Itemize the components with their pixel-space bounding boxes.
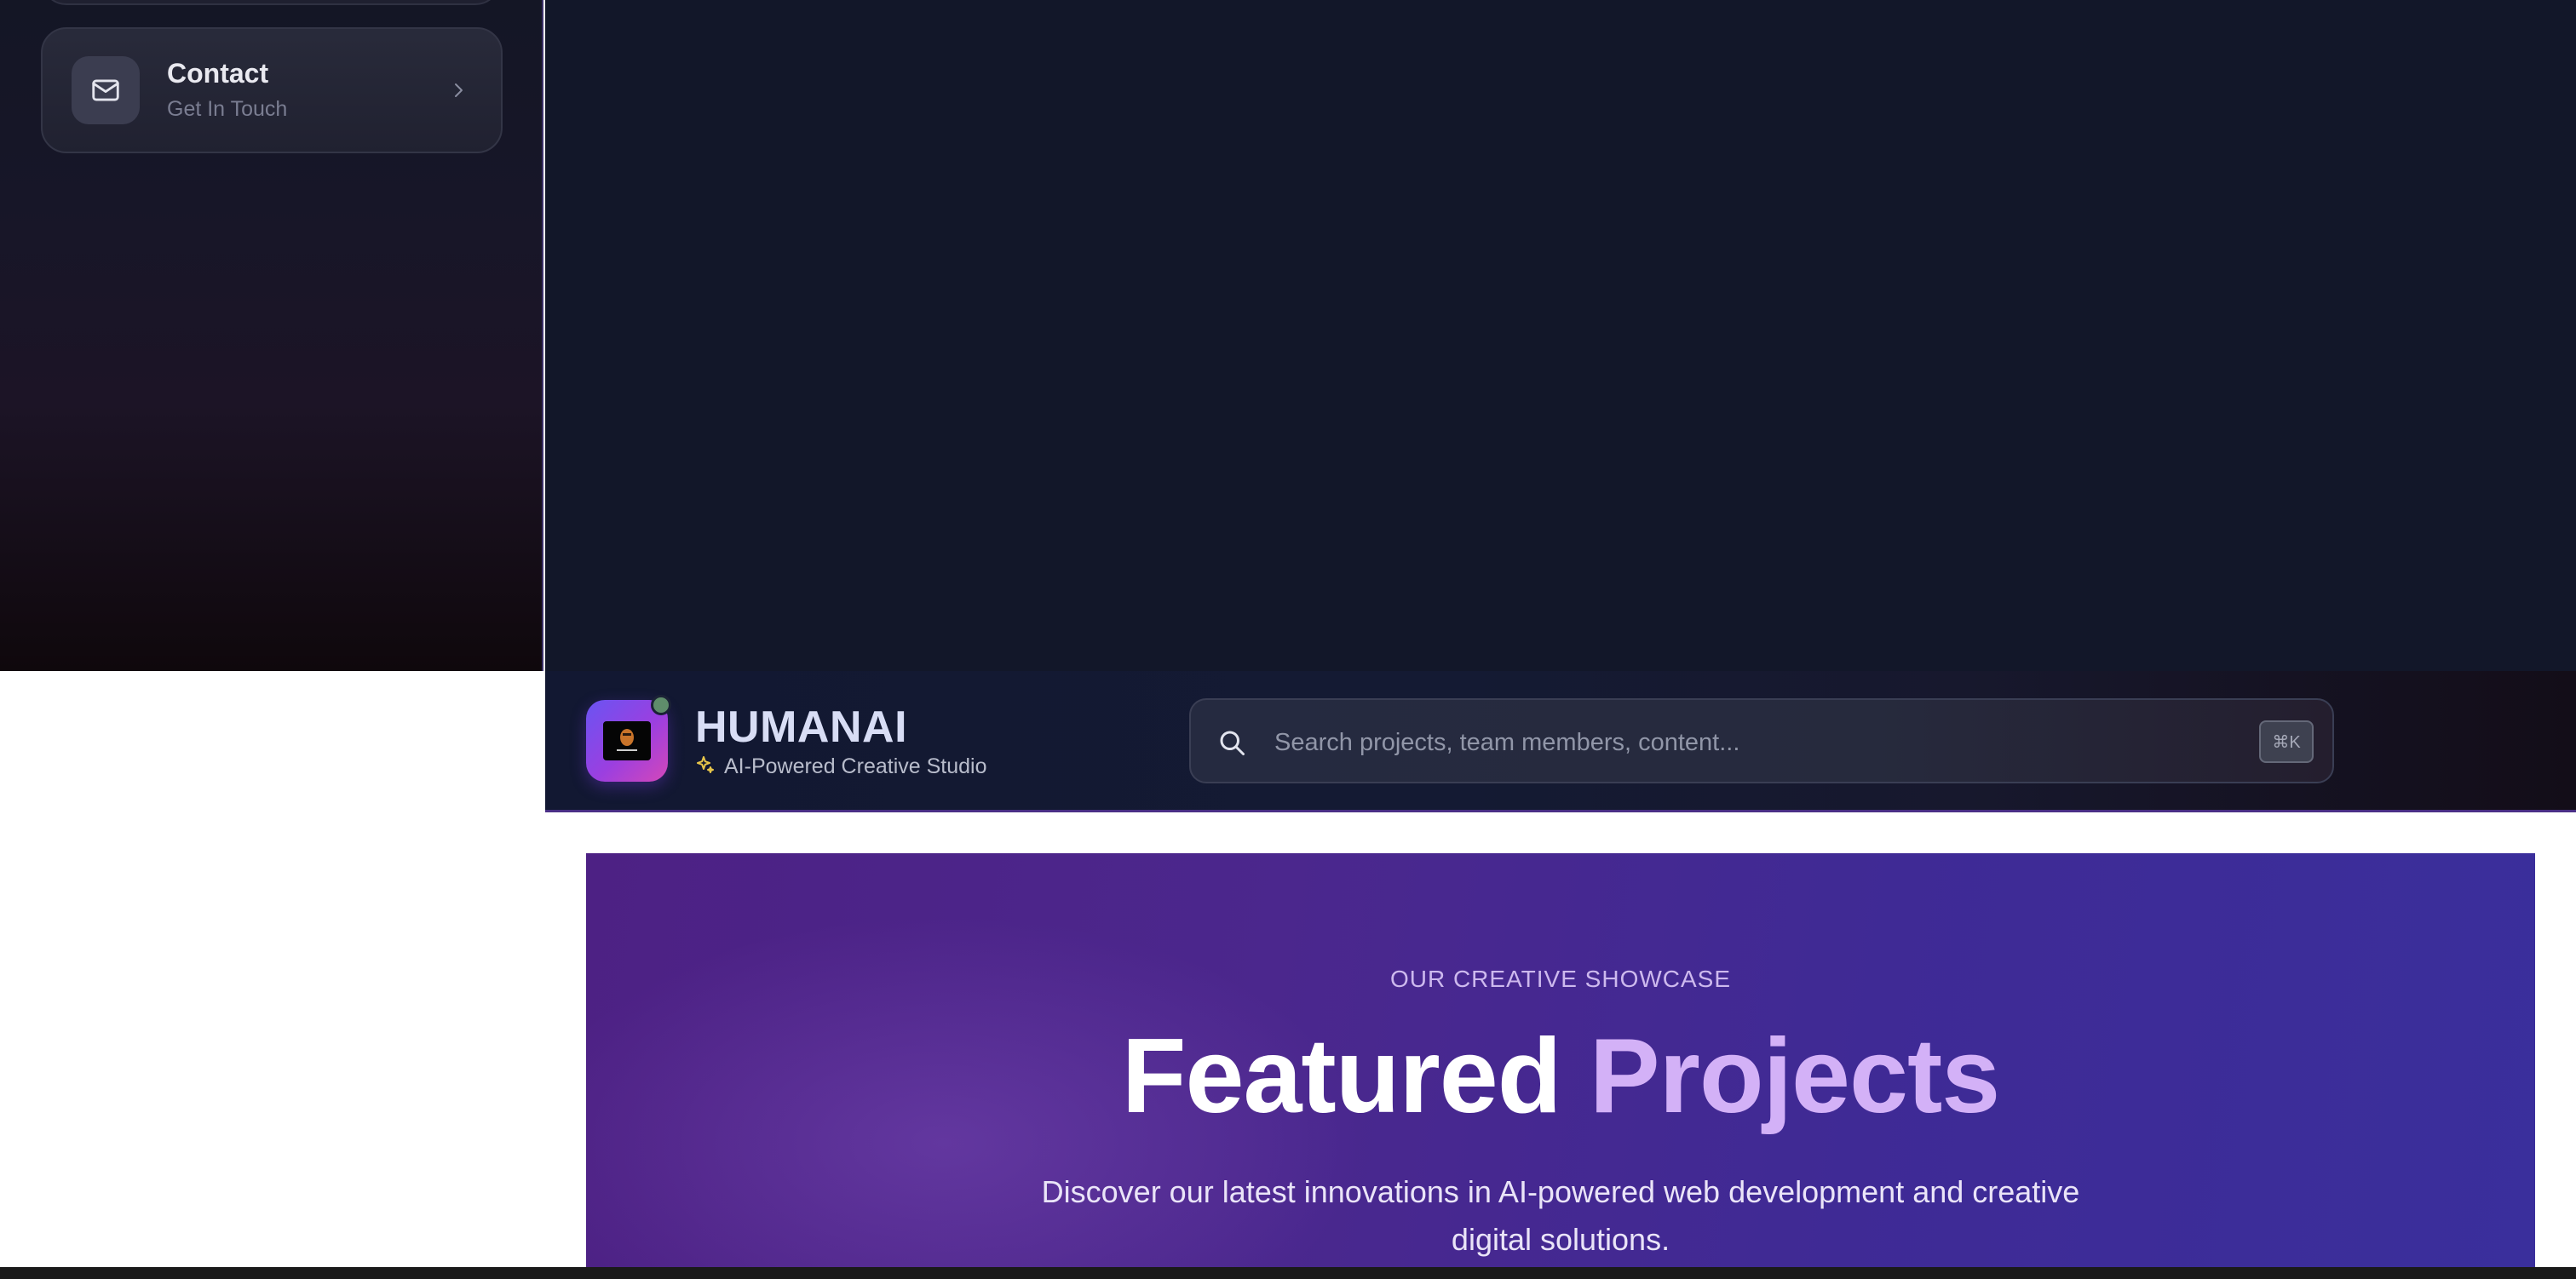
logo-image — [603, 721, 651, 760]
sidebar-item-title: Contact — [167, 58, 269, 89]
hero-title-part2: Projects — [1589, 1018, 2000, 1135]
search-input[interactable] — [1273, 719, 2193, 766]
sidebar-item-previous[interactable] — [41, 0, 501, 5]
bottom-edge — [0, 1267, 2576, 1279]
brand-tagline: AI-Powered Creative Studio — [724, 754, 987, 778]
hero-title: Featured Projects — [586, 1017, 2535, 1136]
chevron-right-icon — [445, 77, 472, 104]
hero-section: OUR CREATIVE SHOWCASE Featured Projects … — [586, 853, 2535, 1279]
hero-description-line2: digital solutions. — [1451, 1222, 1670, 1257]
top-header: HUMANAI AI-Powered Creative Studio ⌘K — [545, 671, 2576, 812]
online-status-indicator — [651, 695, 671, 715]
sidebar: Contact Get In Touch — [0, 0, 543, 671]
hero-description: Discover our latest innovations in AI-po… — [586, 1168, 2535, 1264]
search-bar[interactable]: ⌘K — [1189, 698, 2334, 783]
keyboard-shortcut-badge: ⌘K — [2259, 720, 2314, 763]
main-content-area — [545, 0, 2576, 671]
brand-name: HUMANAI — [695, 703, 908, 752]
sidebar-item-subtitle: Get In Touch — [167, 97, 288, 121]
hero-eyebrow: OUR CREATIVE SHOWCASE — [1389, 966, 1732, 992]
mail-icon — [72, 56, 140, 124]
search-icon — [1216, 727, 1247, 758]
hero-description-line1: Discover our latest innovations in AI-po… — [1041, 1174, 2080, 1209]
sidebar-item-contact[interactable]: Contact Get In Touch — [41, 27, 503, 153]
hero-title-part1: Featured — [1121, 1018, 1562, 1135]
brand-tagline-row: AI-Powered Creative Studio — [695, 754, 986, 779]
sparkles-icon — [695, 754, 716, 779]
